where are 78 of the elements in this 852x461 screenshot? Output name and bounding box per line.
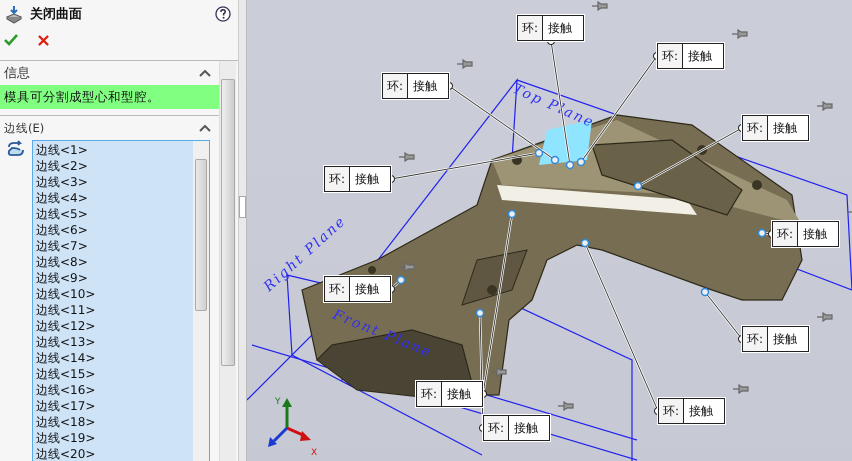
callout-label: 环: xyxy=(325,167,350,191)
callout-value: 接触 xyxy=(446,386,472,402)
callout-box[interactable]: 环: 接触 xyxy=(382,73,449,99)
edge-list-item[interactable]: 边线<15> xyxy=(36,366,193,382)
callout-value: 接触 xyxy=(354,280,380,298)
help-icon[interactable] xyxy=(215,6,231,22)
callout-box[interactable]: 环: 接触 xyxy=(658,398,725,424)
edge-list-item[interactable]: 边线<4> xyxy=(36,190,193,206)
callout-box[interactable]: 环: 接触 xyxy=(517,15,584,41)
confirm-icon[interactable] xyxy=(4,34,18,46)
callout-value: 接触 xyxy=(687,48,713,64)
callout-box[interactable]: 环: 接触 xyxy=(742,326,809,352)
model-hole xyxy=(752,180,762,190)
edge-list-item[interactable]: 边线<10> xyxy=(36,286,193,302)
edge-list-item[interactable]: 边线<14> xyxy=(36,350,193,366)
edge-list-item[interactable]: 边线<9> xyxy=(36,270,193,286)
callout-box[interactable]: 环: 接触 xyxy=(742,115,809,141)
callout-label: 环: xyxy=(659,399,684,423)
callout-box[interactable]: 环: 接触 xyxy=(772,221,839,247)
callout-box[interactable]: 环: 接触 xyxy=(657,43,724,69)
edge-list-item[interactable]: 边线<5> xyxy=(36,206,193,222)
edge-list-item[interactable]: 边线<13> xyxy=(36,334,193,350)
callout-value: 接触 xyxy=(772,330,798,348)
edge-list-item[interactable]: 边线<19> xyxy=(36,430,193,446)
callout-label: 环: xyxy=(417,382,442,406)
surface-tool-icon xyxy=(4,4,24,24)
callout-value: 接触 xyxy=(547,20,573,36)
callout-value: 接触 xyxy=(802,226,828,242)
collapse-caret-icon[interactable] xyxy=(199,124,211,132)
edge-list-item[interactable]: 边线<20> xyxy=(36,446,193,461)
callout-value: 接触 xyxy=(354,170,380,188)
edge-list-item[interactable]: 边线<6> xyxy=(36,222,193,238)
model-hole xyxy=(487,285,497,295)
callout-value: 接触 xyxy=(688,402,714,420)
callout-label: 环: xyxy=(383,74,408,98)
scrollbar[interactable] xyxy=(193,141,209,461)
callout-label: 环: xyxy=(518,16,543,40)
model-hole xyxy=(368,266,376,274)
model-pocket xyxy=(461,249,528,306)
pin-icon[interactable] xyxy=(491,367,507,377)
callout-label: 环: xyxy=(325,277,350,301)
callout-value: 接触 xyxy=(513,420,539,436)
scrollbar[interactable] xyxy=(219,61,236,461)
callout-label: 环: xyxy=(658,44,683,68)
callout-value: 接触 xyxy=(412,78,438,94)
model-hole xyxy=(697,145,707,155)
section-title: 信息 xyxy=(4,65,30,82)
edge-list-item[interactable]: 边线<18> xyxy=(36,414,193,430)
panel-title: 关闭曲面 xyxy=(30,6,83,23)
callout-box[interactable]: 环: 接触 xyxy=(416,381,483,407)
callout-box[interactable]: 环: 接触 xyxy=(483,415,550,441)
info-message: 模具可分割成型心和型腔。 xyxy=(0,85,219,109)
edge-list-item[interactable]: 边线<16> xyxy=(36,382,193,398)
edge-list-item[interactable]: 边线<11> xyxy=(36,302,193,318)
edge-list-item[interactable]: 边线<8> xyxy=(36,254,193,270)
edge-loop-icon xyxy=(6,140,26,158)
callout-box[interactable]: 环: 接触 xyxy=(324,166,391,192)
edge-list-item[interactable]: 边线<12> xyxy=(36,318,193,334)
model-hole xyxy=(512,155,522,165)
callout-label: 环: xyxy=(484,416,509,440)
edge-list-item[interactable]: 边线<1> xyxy=(36,142,193,158)
edge-list-item[interactable]: 边线<17> xyxy=(36,398,193,414)
callout-value: 接触 xyxy=(772,120,798,136)
edge-list-item[interactable]: 边线<3> xyxy=(36,174,193,190)
callout-box[interactable]: 环: 接触 xyxy=(324,276,391,302)
callout-label: 环: xyxy=(773,222,798,246)
section-title: 边线(E) xyxy=(4,120,44,136)
edge-list-item[interactable]: 边线<2> xyxy=(36,158,193,174)
axis-label: Y xyxy=(275,397,280,407)
panel-splitter[interactable] xyxy=(238,0,247,461)
callout-label: 环: xyxy=(743,116,768,140)
collapse-caret-icon[interactable] xyxy=(199,69,211,77)
cancel-icon[interactable] xyxy=(38,34,49,46)
edge-list[interactable]: 边线<1> 边线<2> 边线<3> 边线<4> 边线<5> 边线<6> 边线<7> 边线<8> 边线<9> 边线<10> 边线<11> 边线<12> 边线<13> 边线<14> 边线<15> 边线<16> 边线<17> 边线<18> 边线<19> 边线<20> xyxy=(32,140,210,461)
edge-list-item[interactable]: 边线<7> xyxy=(36,238,193,254)
axis-triad-icon xyxy=(268,398,311,447)
callout-label: 环: xyxy=(743,327,768,351)
axis-label: X xyxy=(311,448,318,458)
